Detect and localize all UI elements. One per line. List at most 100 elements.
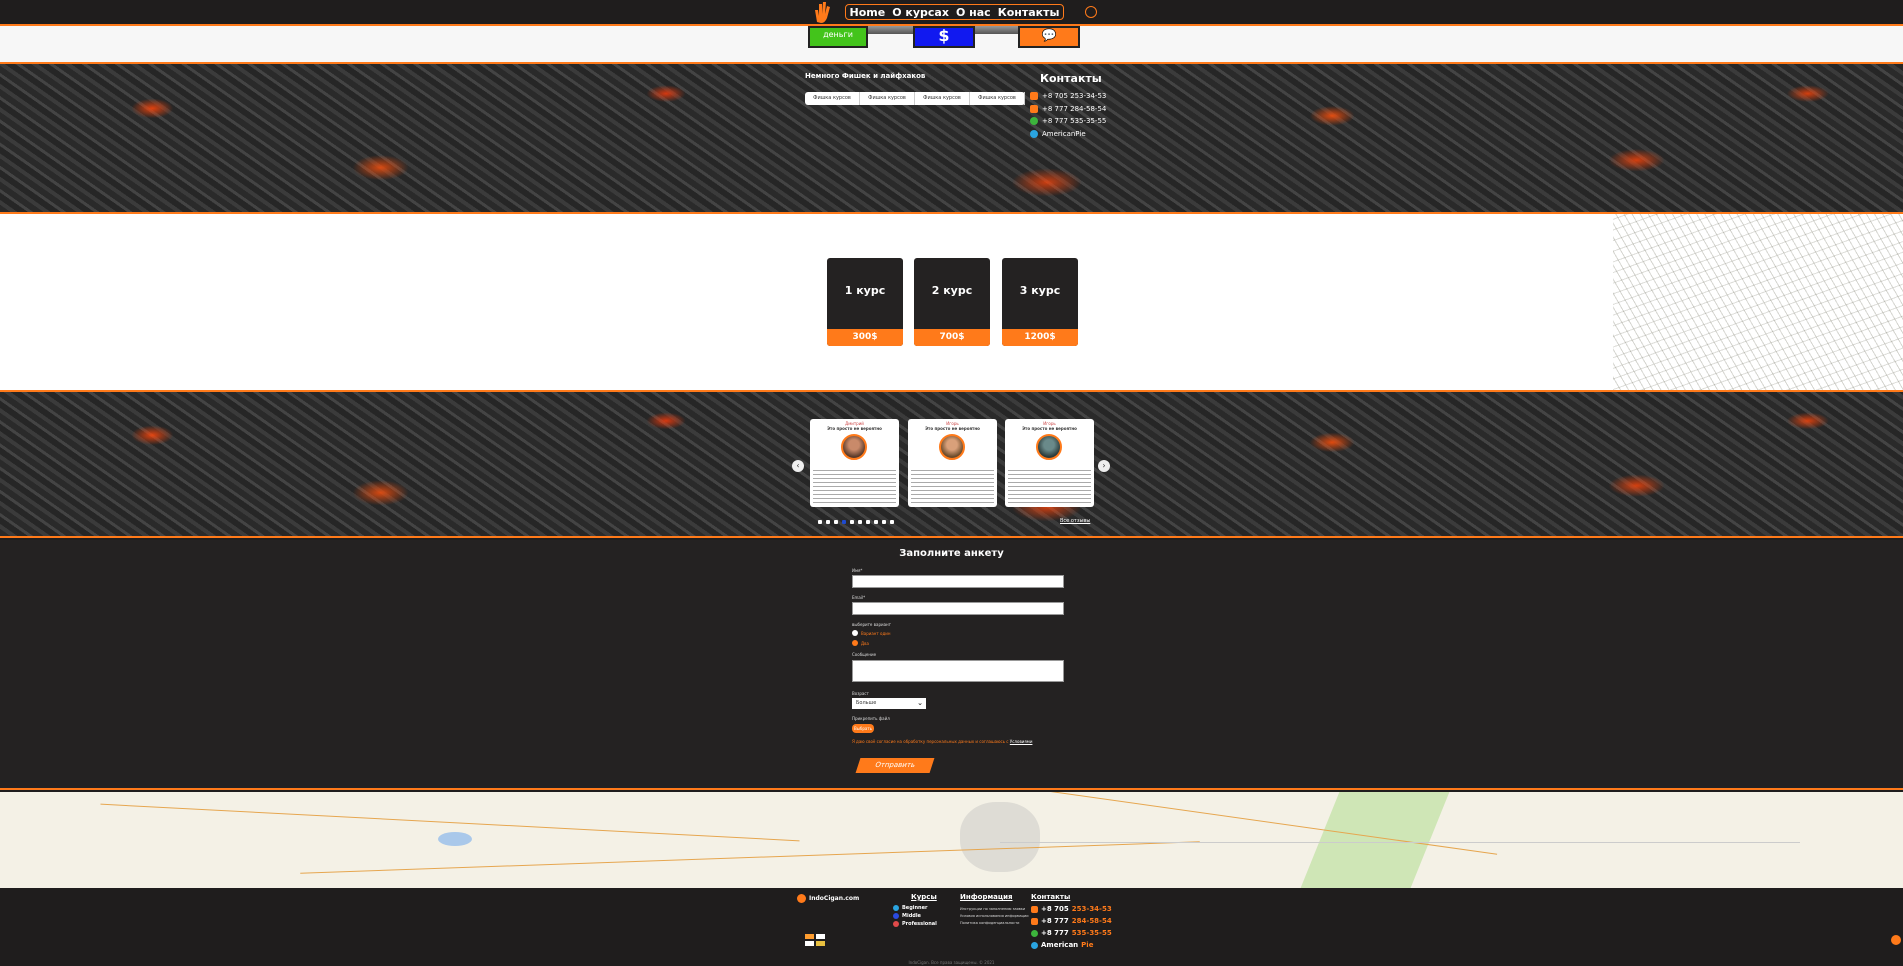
nav-home[interactable]: Home	[850, 6, 886, 19]
reviews-next-arrow-icon[interactable]: ›	[1098, 460, 1110, 472]
about-tab[interactable]: Фишка курсов	[860, 92, 915, 105]
nav-about-us[interactable]: О нас	[956, 6, 991, 19]
divider-bar	[868, 26, 913, 34]
carousel-dot[interactable]	[882, 520, 886, 524]
file-upload-button[interactable]: Выбрать	[852, 724, 874, 733]
contacts-title: Контакты	[1040, 72, 1102, 85]
footer-contacts-title: Контакты	[1031, 893, 1071, 901]
chat-icon: 💬	[1041, 28, 1057, 42]
carousel-dot[interactable]	[842, 520, 846, 524]
review-title: Это просто не вероятно	[827, 426, 882, 431]
avatar	[1036, 434, 1062, 460]
footer-info-title: Информация	[960, 893, 1013, 901]
carousel-dot[interactable]	[834, 520, 838, 524]
message-label: Сообщение	[852, 652, 877, 657]
email-field[interactable]	[852, 602, 1064, 615]
footer-phone-2[interactable]: +8 777 284-58-54	[1031, 917, 1112, 925]
skype-icon	[1030, 130, 1038, 138]
course-price[interactable]: 1200$	[1002, 329, 1078, 346]
nav-contacts[interactable]: Контакты	[998, 6, 1060, 19]
carousel-dot[interactable]	[826, 520, 830, 524]
carousel-dots	[818, 520, 894, 524]
carousel-dot[interactable]	[866, 520, 870, 524]
footer-logo[interactable]: IndoCigan.com	[797, 894, 859, 903]
email-label: Email*	[852, 595, 866, 600]
about-tab[interactable]: Фишка курсов	[970, 92, 1025, 105]
map-road	[1000, 842, 1800, 843]
map-road	[300, 841, 1200, 874]
footer-info-link[interactable]: Политика конфиденциальности	[960, 921, 1019, 925]
footer-courses-title: Курсы	[911, 893, 937, 901]
select-label: Возраст	[852, 691, 869, 696]
name-field[interactable]	[852, 575, 1064, 588]
search-icon[interactable]	[1085, 6, 1097, 18]
radio-circle	[852, 640, 858, 646]
contact-phone-1[interactable]: +8 705 253-34-53	[1030, 92, 1106, 100]
footer-course-middle[interactable]: Middle	[893, 913, 921, 919]
course-icon	[893, 913, 899, 919]
footer-phone-1[interactable]: +8 705 253-34-53	[1031, 905, 1112, 913]
phone-icon	[1031, 905, 1038, 913]
footer-course-professional[interactable]: Professional	[893, 921, 937, 927]
top-banner-strip: деньги $ 💬	[0, 24, 1903, 64]
course-price[interactable]: 700$	[914, 329, 990, 346]
courses-section: 1 курс 300$ 2 курс 700$ 3 курс 1200$	[0, 214, 1903, 390]
carousel-dot[interactable]	[850, 520, 854, 524]
money-button[interactable]: деньги	[808, 26, 868, 48]
all-reviews-link[interactable]: Все отзывы	[1060, 518, 1090, 524]
review-card[interactable]: Игорь Это просто не вероятно	[908, 419, 997, 507]
avatar	[939, 434, 965, 460]
course-price[interactable]: 300$	[827, 329, 903, 346]
map-lake	[438, 832, 472, 846]
grunge-decoration	[1613, 214, 1903, 390]
about-tab[interactable]: Фишка курсов	[805, 92, 860, 105]
footer-course-beginner[interactable]: Beginner	[893, 905, 927, 911]
carousel-dot[interactable]	[818, 520, 822, 524]
hand-logo-icon[interactable]	[809, 0, 835, 24]
course-name: 3 курс	[1019, 284, 1061, 297]
footer-info-link[interactable]: Инструкции по заполнению заявки	[960, 907, 1025, 911]
course-card-2[interactable]: 2 курс 700$	[914, 258, 990, 346]
about-section	[0, 64, 1903, 214]
consent-checkbox[interactable]: Я даю своё согласие на обработку персона…	[852, 739, 1032, 744]
chat-button[interactable]: 💬	[1018, 26, 1080, 48]
scroll-top-icon[interactable]	[1891, 935, 1901, 945]
hand-logo-icon	[797, 894, 806, 903]
course-card-3[interactable]: 3 курс 1200$	[1002, 258, 1078, 346]
payment-icon	[805, 941, 814, 946]
questionnaire-section: Заполните анкету Имя* Email* выберите ва…	[0, 540, 1903, 790]
carousel-dot[interactable]	[890, 520, 894, 524]
contact-skype[interactable]: AmericanPie	[1030, 130, 1086, 138]
course-card-1[interactable]: 1 курс 300$	[827, 258, 903, 346]
choice-label: выберите вариант	[852, 622, 891, 627]
footer-whatsapp[interactable]: +8 777 535-35-55	[1031, 929, 1112, 937]
review-card[interactable]: Дмитрий Это просто не вероятно	[810, 419, 899, 507]
footer-skype[interactable]: American Pie	[1031, 941, 1093, 949]
about-tab[interactable]: Фишка курсов	[915, 92, 970, 105]
age-select[interactable]: Больше ⌄	[852, 698, 926, 709]
radio-option-2[interactable]: Два	[852, 640, 869, 646]
nav-about-courses[interactable]: О курсах	[892, 6, 949, 19]
payment-methods	[805, 934, 835, 946]
whatsapp-icon	[1031, 929, 1038, 937]
radio-option-1[interactable]: Вариант один	[852, 630, 890, 636]
terms-link[interactable]: Условиями	[1010, 739, 1033, 744]
map[interactable]	[0, 792, 1903, 888]
review-card[interactable]: Игорь Это просто не вероятно	[1005, 419, 1094, 507]
review-text	[911, 467, 994, 503]
contact-phone-2[interactable]: +8 777 284-58-54	[1030, 105, 1106, 113]
about-title: Немного Фишек и лайфхаков	[805, 72, 926, 80]
reviews-prev-arrow-icon[interactable]: ‹	[792, 460, 804, 472]
message-textarea[interactable]	[852, 660, 1064, 682]
top-navbar: Home О курсах О нас Контакты	[0, 0, 1903, 24]
carousel-dot[interactable]	[874, 520, 878, 524]
form-title: Заполните анкету	[899, 548, 1004, 559]
footer-info-link[interactable]: Условия использования информации	[960, 914, 1029, 918]
payment-icon	[805, 934, 814, 939]
review-text	[813, 467, 896, 503]
contact-whatsapp[interactable]: +8 777 535-35-55	[1030, 117, 1106, 125]
dollar-button[interactable]: $	[913, 26, 975, 48]
submit-button[interactable]: Отправить	[855, 758, 935, 773]
name-label: Имя*	[852, 568, 863, 573]
carousel-dot[interactable]	[858, 520, 862, 524]
